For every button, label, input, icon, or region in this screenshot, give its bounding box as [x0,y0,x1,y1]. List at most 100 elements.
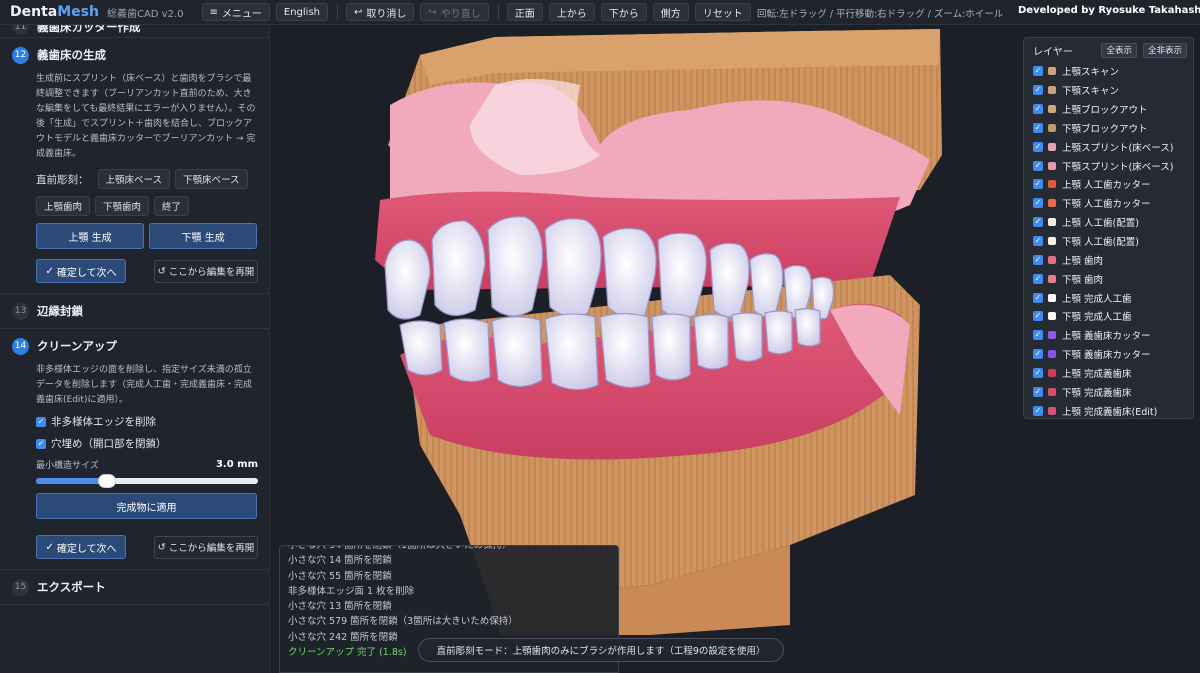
checkbox-checked-icon[interactable]: ✓ [1033,236,1043,247]
checkbox-checked-icon[interactable]: ✓ [1033,198,1043,209]
show-all-button[interactable]: 全表示 [1101,42,1137,58]
generate-lower-button[interactable]: 下顎 生成 [149,223,257,249]
sculpt-upper-base-button[interactable]: 上顎床ベース [97,169,171,189]
check-icon: ✓ [45,265,54,277]
redo-button[interactable]: ↪ やり直し [420,3,489,21]
layer-item[interactable]: ✓ 上顎 完成義歯床(Edit) [1024,401,1193,420]
apply-cleanup-button[interactable]: 完成物に適用 [36,493,257,519]
view-front-button[interactable]: 正面 [506,3,543,21]
checkbox-checked-icon[interactable]: ✓ [1033,292,1043,303]
checkbox-checked-icon[interactable]: ✓ [1033,141,1043,152]
layer-name: 上顎ブロックアウト [1062,105,1148,117]
step-14-header[interactable]: 14 クリーンアップ [0,329,269,363]
step-15-header[interactable]: 15 エクスポート [0,570,269,605]
checkbox-checked-icon[interactable]: ✓ [1033,311,1043,322]
layer-item[interactable]: ✓ 下顎 人工歯(配置) [1024,232,1193,251]
checkbox-checked-icon[interactable]: ✓ [1033,122,1043,133]
checkbox-checked-icon[interactable]: ✓ [1033,254,1043,265]
checkbox-checked-icon[interactable]: ✓ [1033,349,1043,360]
layer-item[interactable]: ✓ 上顎 義歯床カッター [1024,326,1193,345]
layer-item[interactable]: ✓ 下顎ブロックアウト [1024,119,1193,138]
layer-color-swatch [1048,331,1056,340]
min-size-label: 最小構造サイズ [36,461,99,471]
checkbox-checked-icon[interactable]: ✓ [1033,273,1043,284]
sculpt-mode-toast: 直前彫刻モード：上顎歯肉のみにブラシが作用します（工程9の設定を使用） [418,638,784,662]
layer-item[interactable]: ✓ 上顎 歯肉 [1024,250,1193,269]
checkbox-checked-icon[interactable]: ✓ [1033,160,1043,171]
min-size-slider[interactable] [36,474,258,488]
step-13-header[interactable]: 13 辺縁封鎖 [0,294,269,329]
step-number: 13 [12,302,29,320]
checkbox-checked-icon[interactable]: ✓ [1033,405,1043,416]
layer-color-swatch [1048,142,1056,151]
confirm-next-button[interactable]: ✓ 確定して次へ [36,535,126,559]
hide-all-button[interactable]: 全非表示 [1142,42,1187,58]
menu-button[interactable]: ≡ メニュー [201,3,270,21]
undo-button[interactable]: ↩ 取り消し [346,3,415,21]
layer-color-swatch [1048,86,1056,95]
layer-name: 上顎 完成義歯床(Edit) [1062,406,1158,418]
layer-item[interactable]: ✓ 上顎スキャン [1024,62,1193,81]
checkbox-checked-icon[interactable]: ✓ [1033,104,1043,115]
layer-item[interactable]: ✓ 上顎 人工歯カッター [1024,175,1193,194]
layer-name: 下顎 歯肉 [1062,274,1104,286]
view-bottom-button[interactable]: 下から [600,3,647,21]
layer-item[interactable]: ✓ 下顎 完成義歯床 [1024,382,1193,401]
layer-color-swatch [1048,161,1056,170]
view-top-button[interactable]: 上から [548,3,595,21]
app-version: 総義歯CAD v2.0 [106,8,184,20]
log-line: 小さな穴 579 箇所を閉鎖（3箇所は大きいため保持） [288,616,518,628]
step-description: 非多様体エッジの面を削除し、指定サイズ未満の孤立データを削除します（完成人工歯・… [36,365,253,405]
layer-item[interactable]: ✓ 上顎スプリント(床ベース) [1024,137,1193,156]
layer-name: 下顎 完成人工歯 [1062,312,1132,324]
layer-item[interactable]: ✓ 上顎 完成人工歯 [1024,288,1193,307]
fill-holes-checkbox[interactable]: ✓ 穴埋め（開口部を閉鎖） [36,436,258,451]
checkbox-checked-icon[interactable]: ✓ [1033,179,1043,190]
layer-item[interactable]: ✓ 下顎スプリント(床ベース) [1024,156,1193,175]
sculpt-lower-base-button[interactable]: 下顎床ベース [175,169,248,189]
layer-name: 上顎 歯肉 [1062,255,1104,267]
layer-item[interactable]: ✓ 上顎 完成義歯床 [1024,364,1193,383]
slider-thumb[interactable] [98,474,117,488]
workflow-panel: 11 義歯床カッター作成 12 義歯床の生成 生成前にスプリント（床ベース）と歯… [0,25,270,673]
layer-color-swatch [1048,123,1056,132]
layer-item[interactable]: ✓ 下顎 義歯床カッター [1024,345,1193,364]
resume-edit-button[interactable]: ↺ ここから編集を再開 [154,535,258,559]
step-11-header[interactable]: 11 義歯床カッター作成 [0,25,269,38]
nonmanifold-checkbox[interactable]: ✓ 非多様体エッジを削除 [36,414,258,429]
checkbox-checked-icon[interactable]: ✓ [1033,386,1043,397]
checkbox-checked-icon[interactable]: ✓ [1033,85,1043,96]
language-button[interactable]: English [275,3,328,21]
step-title: 義歯床カッター作成 [37,25,141,34]
app-logo: DentaMesh [10,4,99,20]
step-14-body: 非多様体エッジの面を削除し、指定サイズ未満の孤立データを削除します（完成人工歯・… [0,363,269,570]
refresh-icon: ↺ [157,541,166,553]
resume-edit-button[interactable]: ↺ ここから編集を再開 [154,259,258,283]
layer-item[interactable]: ✓ 下顎スキャン [1024,81,1193,100]
layer-item[interactable]: ✓ 下顎 完成人工歯 [1024,307,1193,326]
top-toolbar: DentaMesh 総義歯CAD v2.0 ≡ メニュー English ↩ 取り消… [0,0,1200,25]
layer-color-swatch [1048,105,1056,114]
step-12-body: 生成前にスプリント（床ベース）と歯肉をブラシで最終調整できます（ブーリアンカット… [0,72,269,294]
step-12-header[interactable]: 12 義歯床の生成 [0,38,269,72]
layer-item[interactable]: ✓ 下顎 歯肉 [1024,269,1193,288]
checkbox-checked-icon[interactable]: ✓ [1033,367,1043,378]
toolbar-divider [497,4,499,20]
generate-upper-button[interactable]: 上顎 生成 [36,223,144,249]
checkbox-checked-icon[interactable]: ✓ [1033,217,1043,228]
layer-item[interactable]: ✓ 上顎 人工歯(配置) [1024,213,1193,232]
checkbox-checked-icon[interactable]: ✓ [1033,330,1043,341]
step-title: エクスポート [37,580,106,594]
layer-item[interactable]: ✓ 上顎ブロックアウト [1024,100,1193,119]
sculpt-end-button[interactable]: 終了 [154,196,190,216]
layer-list: ✓ 上顎スキャン ✓ 下顎スキャン ✓ 上顎ブロックアウト ✓ 下顎ブロックアウト ✓ 上顎スプリ… [1024,62,1193,420]
checkbox-checked-icon[interactable]: ✓ [1033,66,1043,77]
view-side-button[interactable]: 側方 [652,3,689,21]
layer-item[interactable]: ✓ 下顎 人工歯カッター [1024,194,1193,213]
confirm-next-button[interactable]: ✓ 確定して次へ [36,259,126,283]
sculpt-upper-gum-button[interactable]: 上顎歯肉 [36,196,91,216]
sculpt-label: 直前彫刻： [36,173,89,186]
view-reset-button[interactable]: リセット [694,3,751,21]
sculpt-lower-gum-button[interactable]: 下顎歯肉 [95,196,150,216]
layer-name: 下顎ブロックアウト [1062,123,1148,135]
